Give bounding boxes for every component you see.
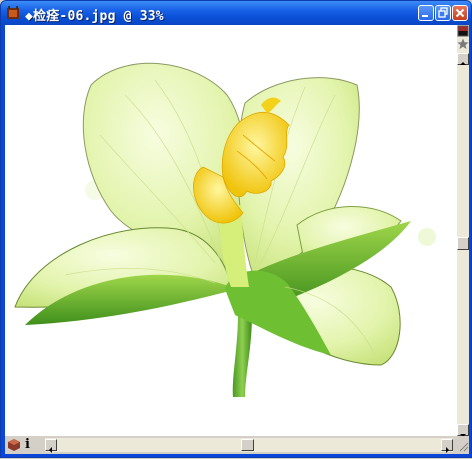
resize-grip[interactable] — [457, 438, 469, 452]
minimize-button[interactable] — [418, 5, 434, 21]
close-button[interactable] — [452, 5, 468, 21]
vertical-scrollbar[interactable] — [457, 25, 469, 437]
window-title: ◆检痊-06.jpg @ 33% — [25, 9, 164, 24]
title-bar[interactable]: ◆检痊-06.jpg @ 33% — [1, 1, 471, 25]
scroll-right-button[interactable] — [441, 439, 453, 453]
restore-button[interactable] — [435, 5, 451, 21]
resize-grip-icon — [459, 442, 469, 452]
scroll-down-button[interactable] — [457, 424, 469, 437]
scroll-left-icon — [49, 447, 52, 453]
restore-icon — [438, 7, 448, 18]
vertical-scroll-thumb[interactable] — [457, 237, 469, 250]
scroll-left-button[interactable] — [45, 439, 57, 453]
horizontal-scroll-thumb[interactable] — [241, 439, 254, 451]
image-document-window: ◆检痊-06.jpg @ 33% i — [0, 0, 472, 458]
scroll-up-button[interactable] — [457, 53, 469, 65]
info-icon[interactable]: i — [25, 437, 30, 452]
cube-icon[interactable] — [7, 438, 21, 452]
horizontal-scrollbar[interactable] — [45, 438, 453, 453]
color-swatch-icon[interactable] — [457, 25, 469, 37]
flower-image — [14, 62, 436, 397]
close-icon — [455, 8, 465, 18]
scroll-right-icon — [446, 447, 449, 453]
scroll-up-icon — [460, 62, 466, 65]
minimize-icon — [422, 15, 428, 17]
image-canvas[interactable] — [5, 25, 457, 436]
app-icon[interactable] — [5, 5, 21, 21]
star-icon[interactable] — [457, 38, 469, 50]
